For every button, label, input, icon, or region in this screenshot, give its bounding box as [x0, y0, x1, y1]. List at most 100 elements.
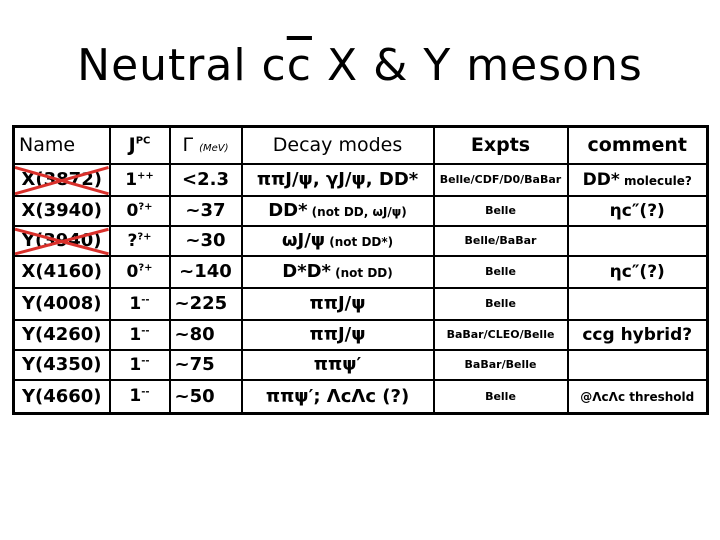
- width-cell: ~80: [168, 318, 243, 351]
- jpc-sup: ?+: [137, 230, 152, 242]
- width-cell: ~75: [168, 348, 243, 381]
- comment-cell: ηc″(?): [566, 194, 709, 227]
- jpc-base: 1: [129, 324, 142, 345]
- comment-cell: @ΛcΛc threshold: [566, 378, 709, 415]
- decay-cell: ππψ′: [240, 348, 435, 381]
- width-cell: ~30: [168, 224, 243, 257]
- header-width-unit: (MeV): [199, 143, 229, 155]
- meson-name-cell: Y(4660): [12, 378, 111, 415]
- jpc-sup: ?+: [138, 200, 153, 212]
- table-row: X(4160) 0?+ ~140 D*D* (not DD) Belle ηc″(?): [12, 254, 709, 289]
- header-jpc: JPC: [108, 125, 171, 165]
- expts-cell: Belle: [432, 378, 569, 415]
- decay-note: (not DD): [330, 266, 393, 280]
- comment-main: DD*: [582, 169, 620, 190]
- expts-cell: Belle: [432, 254, 569, 289]
- decay-note: (not DD*): [325, 235, 394, 249]
- comment-cell: DD* molecule?: [566, 162, 709, 197]
- title-suffix: X & Y mesons: [311, 40, 643, 91]
- meson-name: X(4160): [21, 261, 102, 282]
- decay-main: ππJ/ψ, γJ/ψ, DD*: [256, 169, 419, 190]
- comment-note: @ΛcΛc threshold: [580, 390, 695, 405]
- comment-cell: ηc″(?): [566, 254, 709, 289]
- table-row: X(3940) 0?+ ~37 DD* (not DD, ωJ/ψ) Belle ηc″(…: [12, 194, 709, 227]
- decay-main: ωJ/ψ: [281, 230, 326, 251]
- jpc-cell: ??+: [108, 224, 171, 257]
- expts-cell: BaBar/Belle: [432, 348, 569, 381]
- decay-main: ππJ/ψ: [309, 293, 366, 314]
- decay-cell: ππψ′; ΛcΛc (?): [240, 378, 435, 415]
- meson-name: X(3940): [21, 200, 102, 221]
- jpc-base: ?: [127, 230, 138, 251]
- comment-cell: [566, 348, 709, 381]
- meson-name-cell: X(4160): [12, 254, 111, 289]
- width-cell: <2.3: [168, 162, 243, 197]
- jpc-cell: 1++: [108, 162, 171, 197]
- jpc-cell: 0?+: [108, 194, 171, 227]
- decay-main: D*D*: [282, 261, 331, 282]
- jpc-sup: --: [141, 324, 150, 336]
- jpc-base: 1: [129, 293, 142, 314]
- decay-main: ππJ/ψ: [309, 324, 366, 345]
- decay-cell: D*D* (not DD): [240, 254, 435, 289]
- decay-note: (not DD, ωJ/ψ): [307, 205, 407, 219]
- jpc-cell: 0?+: [108, 254, 171, 289]
- meson-name: Y(4008): [21, 293, 102, 314]
- decay-cell: DD* (not DD, ωJ/ψ): [240, 194, 435, 227]
- jpc-sup: ++: [137, 169, 154, 181]
- comment-main: ccg hybrid?: [582, 324, 693, 345]
- meson-name-cell: Y(4260): [12, 318, 111, 351]
- jpc-cell: 1--: [108, 348, 171, 381]
- jpc-sup: --: [141, 354, 150, 366]
- decay-cell: ππJ/ψ, γJ/ψ, DD*: [240, 162, 435, 197]
- comment-cell: [566, 224, 709, 257]
- comment-cell: [566, 286, 709, 321]
- jpc-base: 1: [129, 386, 142, 407]
- header-width: Γ (MeV): [168, 125, 243, 165]
- table-row: Y(4350) 1-- ~75 ππψ′ BaBar/Belle: [12, 348, 709, 381]
- meson-name-cell: Y(4350): [12, 348, 111, 381]
- decay-cell: ππJ/ψ: [240, 318, 435, 351]
- comment-note: molecule?: [619, 173, 692, 188]
- meson-name: Y(4660): [21, 385, 102, 407]
- header-jpc-sup: PC: [135, 135, 151, 147]
- jpc-base: 0: [126, 200, 139, 221]
- decay-main: ππψ′: [313, 354, 362, 375]
- header-width-symbol: Γ: [182, 134, 194, 157]
- jpc-base: 1: [125, 169, 138, 190]
- table-row: Y(4008) 1-- ~225 ππJ/ψ Belle: [12, 286, 709, 321]
- jpc-sup: --: [141, 386, 150, 398]
- comment-main: ηc″(?): [609, 200, 665, 221]
- meson-name: Y(3940): [21, 230, 102, 251]
- expts-cell: Belle: [432, 286, 569, 321]
- header-comment: comment: [566, 125, 709, 165]
- meson-name-cell: Y(4008): [12, 286, 111, 321]
- header-expts: Expts: [432, 125, 569, 165]
- jpc-cell: 1--: [108, 286, 171, 321]
- header-row: Name JPC Γ (MeV) Decay modes Expts comme…: [12, 125, 709, 165]
- meson-name: X(3872): [21, 169, 102, 190]
- meson-name: Y(4350): [21, 354, 102, 375]
- decay-main: DD*: [268, 200, 308, 221]
- table-row: Y(4260) 1-- ~80 ππJ/ψ BaBar/CLEO/Belle ccg hy…: [12, 318, 709, 351]
- expts-cell: BaBar/CLEO/Belle: [432, 318, 569, 351]
- comment-cell: ccg hybrid?: [566, 318, 709, 351]
- expts-cell: Belle/CDF/D0/BaBar: [432, 162, 569, 197]
- width-cell: ~50: [168, 378, 243, 415]
- mesons-table: Name JPC Γ (MeV) Decay modes Expts comme…: [12, 125, 709, 415]
- title-prefix: Neutral c: [77, 40, 287, 91]
- jpc-base: 1: [129, 354, 142, 375]
- header-name: Name: [12, 125, 111, 165]
- meson-name: Y(4260): [21, 324, 102, 345]
- jpc-base: 0: [126, 261, 139, 282]
- jpc-cell: 1--: [108, 318, 171, 351]
- expts-cell: Belle: [432, 194, 569, 227]
- expts-cell: Belle/BaBar: [432, 224, 569, 257]
- decay-cell: ππJ/ψ: [240, 286, 435, 321]
- width-cell: ~140: [168, 254, 243, 289]
- header-jpc-base: J: [128, 134, 136, 157]
- meson-name-cell: Y(3940): [12, 224, 111, 257]
- header-decay: Decay modes: [240, 125, 435, 165]
- jpc-sup: ?+: [138, 261, 153, 273]
- table-row: X(3872) 1++ <2.3 ππJ/ψ, γJ/ψ, DD* Belle/CDF/…: [12, 162, 709, 197]
